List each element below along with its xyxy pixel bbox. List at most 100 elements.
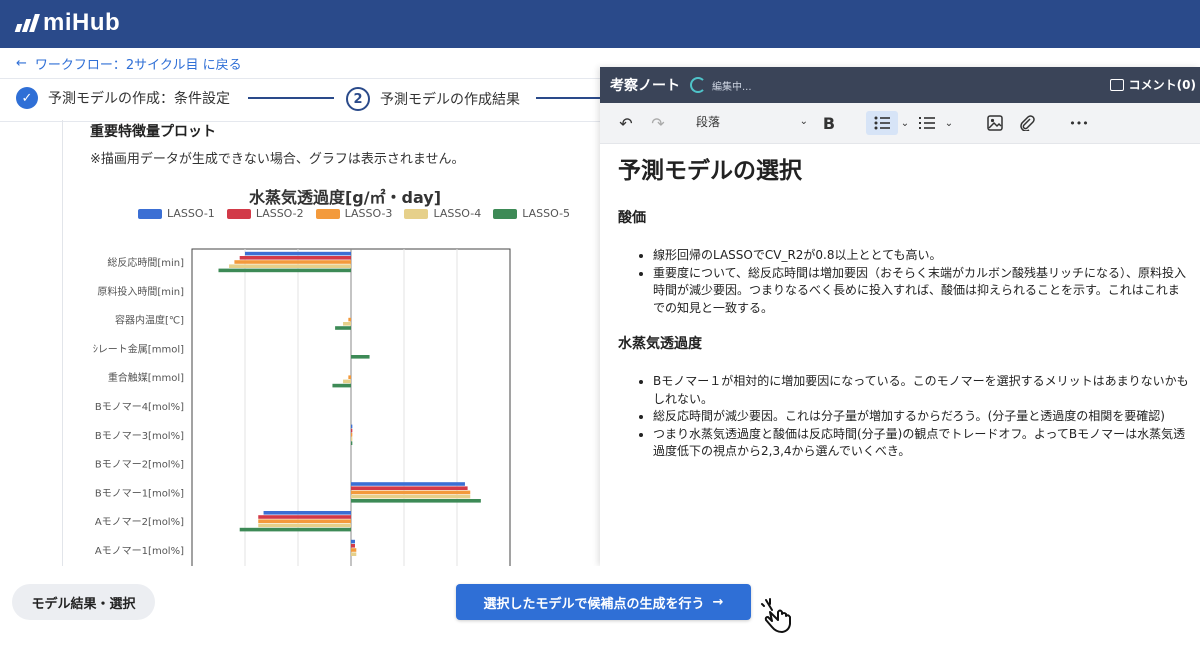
- editor-toolbar: ↶ ↷ 段落 ⌄ B ⌄ ⌄ •••: [600, 103, 1200, 144]
- bar: [239, 527, 351, 532]
- numbered-list-button[interactable]: [918, 111, 936, 135]
- list-item: つまり水蒸気透過度と酸価は反応時間(分子量)の観点でトレードオフ。よってBモノマ…: [653, 426, 1190, 461]
- tick-label: 重合触媒[mmol]: [108, 371, 184, 384]
- tick-label: Bモノマー4[mol%]: [95, 402, 184, 413]
- bar: [351, 548, 357, 552]
- step-results[interactable]: 2 予測モデルの作成結果: [346, 87, 520, 111]
- note-editor[interactable]: 予測モデルの選択 酸価 線形回帰のLASSOでCV_R2が0.8以上ととても高い…: [618, 151, 1190, 477]
- image-icon: [987, 115, 1003, 131]
- bar: [335, 326, 351, 330]
- bar: [351, 355, 370, 359]
- tick-label: Aモノマー1[mol%]: [95, 546, 184, 557]
- tick-label: Bモノマー3[mol%]: [95, 431, 184, 442]
- bar: [229, 264, 351, 268]
- list-item: Bモノマー１が相対的に増加要因になっている。このモノマーを選択するメリットはあま…: [653, 373, 1190, 408]
- app-name: miHub: [43, 9, 121, 36]
- tick-label: Bモノマー1[mol%]: [95, 488, 184, 499]
- legend-label: LASSO-1: [167, 207, 215, 220]
- section-title-acid: 酸価: [618, 210, 646, 226]
- importance-note: ※描画用データが生成できない場合、グラフは表示されません。: [90, 152, 465, 167]
- tick-label: 原料投入時間[min]: [97, 285, 184, 298]
- arrow-left-icon: ←: [16, 56, 27, 71]
- bar: [239, 256, 351, 260]
- redo-icon[interactable]: ↷: [648, 111, 668, 135]
- bar: [351, 482, 465, 486]
- paragraph-select-value: 段落: [696, 115, 721, 129]
- bar: [234, 260, 351, 264]
- section-title-water-vapor: 水蒸気透過度: [618, 336, 702, 352]
- sync-icon: [690, 77, 706, 93]
- attachment-button[interactable]: [1018, 111, 1036, 135]
- pointer-hand-icon: [761, 598, 791, 633]
- comment-icon: [1109, 78, 1124, 91]
- chart-legend: LASSO-1 LASSO-2 LASSO-3 LASSO-4 LASSO-5: [138, 207, 570, 220]
- legend-item[interactable]: LASSO-5: [493, 207, 570, 220]
- importance-chart: 総反応時間[min] 原料投入時間[min] 容器内温度[℃] ｼレート金属[mmol…: [93, 248, 511, 566]
- bar: [351, 552, 357, 556]
- note-heading: 予測モデルの選択: [618, 158, 802, 184]
- paragraph-select[interactable]: 段落 ⌄: [696, 113, 808, 130]
- section-list-water-vapor: Bモノマー１が相対的に増加要因になっている。このモノマーを選択するメリットはあま…: [618, 373, 1190, 461]
- tick-label: ｼレート金属[mmol]: [93, 342, 184, 355]
- bar: [351, 428, 353, 433]
- bar: [351, 437, 353, 441]
- bar: [343, 322, 351, 326]
- bar: [348, 317, 351, 322]
- logo-mark-icon: [14, 14, 40, 32]
- legend-swatch: [315, 208, 340, 219]
- legend-swatch: [493, 208, 518, 219]
- list-item: 線形回帰のLASSOでCV_R2が0.8以上ととても高い。: [653, 247, 1190, 265]
- list-item: 総反応時間が減少要因。これは分子量が増加するからだろう。(分子量と透過度の相関を…: [653, 408, 1190, 426]
- legend-item[interactable]: LASSO-4: [404, 207, 481, 220]
- bar: [348, 375, 351, 379]
- legend-item[interactable]: LASSO-1: [138, 207, 215, 220]
- legend-label: LASSO-5: [522, 207, 571, 220]
- tick-label: Aモノマー2[mol%]: [95, 517, 184, 528]
- bar: [351, 490, 471, 495]
- app-logo[interactable]: miHub: [14, 9, 121, 37]
- legend-swatch: [138, 208, 162, 219]
- list-item: 重要度について、総反応時間は増加要因（おそらく末端がカルボン酸残基リッチになる）…: [653, 265, 1190, 318]
- generate-candidates-button[interactable]: 選択したモデルで候補点の生成を行う →: [456, 584, 751, 620]
- note-title: 考察ノート: [610, 78, 680, 94]
- legend-item[interactable]: LASSO-2: [226, 207, 304, 220]
- importance-heading: 重要特徴量プロット: [90, 124, 216, 140]
- comment-label: コメント(0): [1128, 78, 1196, 92]
- note-header: 考察ノート 編集中... コメント(0): [600, 67, 1200, 103]
- chevron-down-icon: ⌄: [799, 116, 808, 127]
- legend-swatch: [404, 208, 429, 219]
- legend-swatch: [226, 208, 251, 219]
- bar: [258, 519, 351, 523]
- back-link[interactable]: ← ワークフロー：2サイクル目 に戻る: [16, 54, 242, 73]
- chevron-down-icon[interactable]: ⌄: [944, 111, 954, 135]
- more-options-icon[interactable]: •••: [1069, 111, 1088, 135]
- bar: [332, 383, 351, 388]
- undo-icon[interactable]: ↶: [616, 111, 636, 135]
- bold-button[interactable]: B: [820, 111, 838, 135]
- bar: [258, 515, 351, 519]
- model-results-button[interactable]: モデル結果・選択: [12, 584, 155, 620]
- bar: [351, 544, 355, 548]
- bulleted-list-button[interactable]: [866, 111, 898, 135]
- step-connector: [536, 97, 600, 99]
- step-connector: [248, 97, 334, 99]
- bar: [351, 424, 353, 429]
- bar: [245, 251, 351, 256]
- image-insert-button[interactable]: [986, 111, 1004, 135]
- paperclip-icon: [1020, 115, 1035, 131]
- bar: [351, 441, 353, 445]
- bar: [351, 486, 468, 490]
- comment-button[interactable]: コメント(0): [1109, 76, 1196, 93]
- bar: [218, 268, 351, 273]
- step-condition-settings[interactable]: ✓ 予測モデルの作成：条件設定: [16, 87, 230, 109]
- tick-label: 総反応時間[min]: [107, 256, 184, 269]
- bar: [351, 494, 471, 499]
- legend-item[interactable]: LASSO-3: [315, 207, 392, 220]
- legend-label: LASSO-2: [255, 207, 304, 220]
- generate-button-label: 選択したモデルで候補点の生成を行う: [483, 596, 705, 612]
- note-status: 編集中...: [712, 81, 752, 93]
- chevron-down-icon[interactable]: ⌄: [900, 111, 910, 135]
- tick-label: 容器内温度[℃]: [115, 314, 184, 327]
- back-link-label: ワークフロー：2サイクル目 に戻る: [34, 58, 242, 73]
- step-label: 予測モデルの作成：条件設定: [48, 91, 230, 107]
